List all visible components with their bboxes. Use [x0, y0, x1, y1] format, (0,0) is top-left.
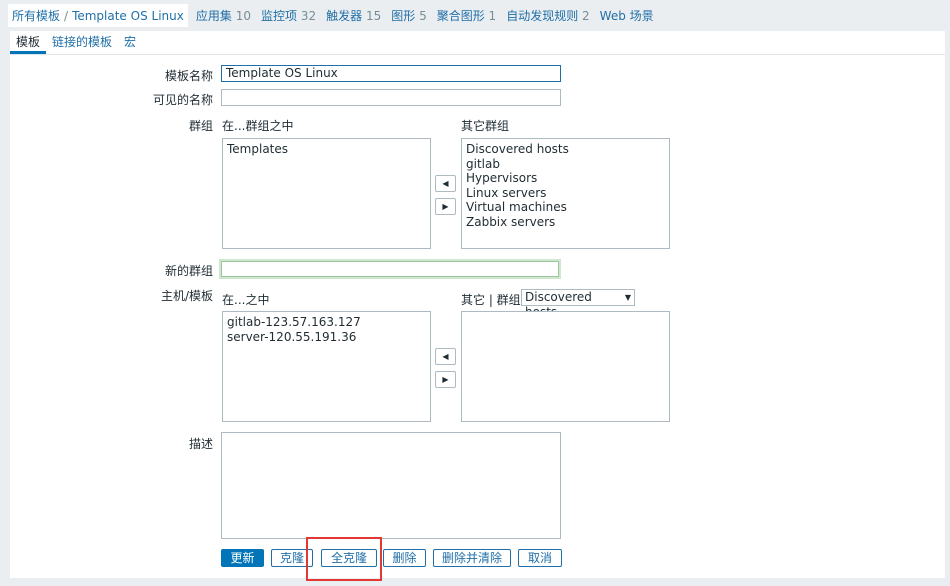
tab-linked-templates[interactable]: 链接的模板	[46, 33, 118, 54]
hosts-label: 主机/模板	[160, 289, 213, 303]
breadcrumb-separator: /	[64, 8, 69, 23]
nav-discovery-rules[interactable]: 自动发现规则 2	[506, 7, 589, 24]
highlight-box	[306, 537, 382, 581]
in-groups-label: 在...群组之中	[222, 119, 294, 133]
arrow-right-icon: ▶	[442, 202, 449, 211]
nav-label: Web 场景	[599, 8, 654, 23]
nav-count: 2	[582, 8, 590, 23]
nav-label: 监控项	[260, 8, 297, 23]
nav-label: 自动发现规则	[506, 8, 579, 23]
breadcrumb-current[interactable]: Template OS Linux	[72, 9, 184, 23]
nav-label: 图形	[391, 8, 416, 23]
template-name-input[interactable]: Template OS Linux	[221, 65, 561, 82]
delete-button[interactable]: 删除	[383, 549, 426, 567]
breadcrumb-all-templates[interactable]: 所有模板	[12, 9, 60, 23]
list-item[interactable]: Linux servers	[466, 186, 665, 201]
nav-applications[interactable]: 应用集 10	[196, 7, 251, 24]
other-hosts-list[interactable]	[461, 311, 670, 422]
template-name-label: 模板名称	[164, 69, 213, 83]
move-left-button[interactable]: ◀	[435, 175, 456, 192]
other-groups-label: 其它群组	[461, 119, 510, 133]
new-group-label: 新的群组	[164, 264, 213, 278]
move-host-left-button[interactable]: ◀	[435, 348, 456, 365]
nav-graphs[interactable]: 图形 5	[391, 7, 426, 24]
in-hosts-label: 在...之中	[222, 293, 270, 307]
nav-web-scenarios[interactable]: Web 场景	[600, 7, 654, 24]
tab-template[interactable]: 模板	[10, 33, 47, 54]
nav-count: 1	[488, 8, 497, 23]
arrow-right-icon: ▶	[442, 375, 449, 384]
nav-label: 聚合图形	[436, 8, 485, 23]
visible-name-label: 可见的名称	[152, 93, 213, 107]
nav-label: 应用集	[195, 8, 232, 23]
tab-bar: 模板 链接的模板 宏	[10, 31, 945, 55]
list-item[interactable]: gitlab	[466, 157, 665, 172]
nav-count: 32	[300, 8, 317, 23]
description-label: 描述	[188, 437, 213, 451]
description-textarea[interactable]	[221, 432, 561, 539]
nav-screens[interactable]: 聚合图形 1	[437, 7, 496, 24]
list-item[interactable]: Zabbix servers	[466, 215, 665, 230]
cancel-button[interactable]: 取消	[518, 549, 562, 567]
visible-name-input[interactable]	[221, 89, 561, 106]
in-hosts-list[interactable]: gitlab-123.57.163.127 server-120.55.191.…	[222, 311, 431, 422]
list-item[interactable]: Templates	[227, 142, 426, 157]
move-host-right-button[interactable]: ▶	[435, 371, 456, 388]
nav-count: 15	[365, 8, 382, 23]
breadcrumb: 所有模板 / Template OS Linux	[8, 3, 188, 27]
list-item[interactable]: server-120.55.191.36	[227, 330, 426, 345]
list-item[interactable]: Discovered hosts	[466, 142, 665, 157]
nav-count: 5	[419, 8, 427, 23]
in-groups-list[interactable]: Templates	[222, 138, 431, 249]
update-button[interactable]: 更新	[221, 549, 264, 567]
nav-triggers[interactable]: 触发器 15	[326, 7, 381, 24]
nav-count: 10	[235, 8, 251, 23]
group-select-value: Discovered hosts	[525, 290, 592, 319]
new-group-input[interactable]	[219, 259, 561, 279]
caret-down-icon: ▼	[624, 293, 631, 302]
groups-label: 群组	[188, 119, 213, 133]
arrow-left-icon: ◀	[442, 352, 449, 361]
delete-and-clear-button[interactable]: 删除并清除	[433, 549, 511, 567]
list-item[interactable]: Virtual machines	[466, 200, 665, 215]
nav-label: 触发器	[326, 8, 363, 23]
other-hosts-label: 其它 | 群组	[461, 293, 521, 307]
nav-items[interactable]: 监控项 32	[261, 7, 316, 24]
tab-macros[interactable]: 宏	[118, 33, 142, 54]
arrow-left-icon: ◀	[442, 179, 449, 188]
group-select[interactable]: Discovered hosts ▼	[521, 289, 635, 319]
list-item[interactable]: Hypervisors	[466, 171, 665, 186]
other-groups-list[interactable]: Discovered hosts gitlab Hypervisors Linu…	[461, 138, 670, 249]
move-right-button[interactable]: ▶	[435, 198, 456, 215]
list-item[interactable]: gitlab-123.57.163.127	[227, 315, 426, 330]
top-nav: 所有模板 / Template OS Linux 应用集 10 监控项 32 触发器…	[0, 0, 950, 30]
